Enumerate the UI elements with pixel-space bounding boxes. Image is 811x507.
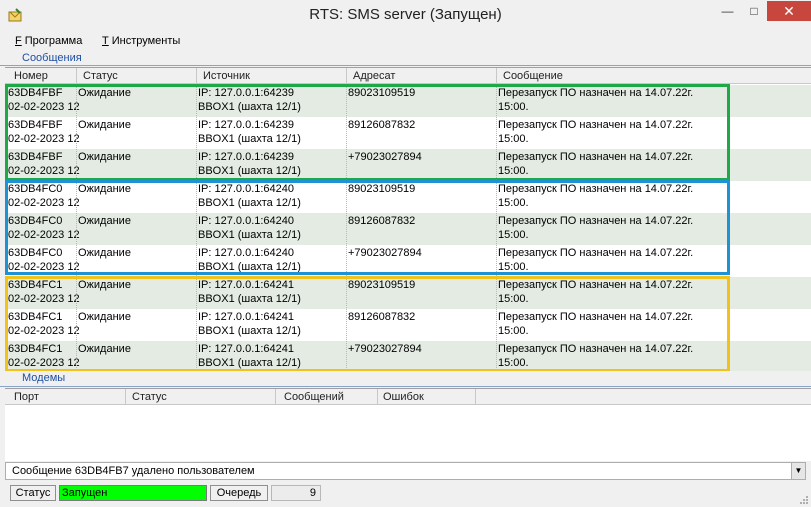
modems-divider: [0, 386, 811, 387]
menu-program-label: Программа: [24, 35, 83, 47]
status-bar: Статус Запущен Очередь 9: [0, 483, 811, 507]
log-text: Сообщение 63DB4FB7 удалено пользователем: [12, 465, 255, 477]
menu-program[interactable]: F Программа: [15, 35, 82, 47]
messages-divider: [0, 65, 811, 66]
window-title: RTS: SMS server (Запущен): [309, 6, 502, 23]
status-value: Запущен: [59, 485, 207, 501]
maximize-button[interactable]: □: [741, 1, 767, 21]
col-errors[interactable]: Ошибок: [383, 391, 424, 403]
col-separator[interactable]: [377, 389, 378, 405]
chevron-down-icon[interactable]: ▼: [791, 463, 805, 479]
modems-section-label: Модемы: [22, 372, 66, 384]
queue-label: Очередь: [210, 485, 268, 501]
messages-section-label: Сообщения: [22, 52, 82, 64]
col-number[interactable]: Номер: [14, 70, 48, 82]
menu-bar: F Программа T Инструменты: [0, 31, 811, 51]
title-bar: RTS: SMS server (Запущен) — □ ✕: [0, 0, 811, 31]
resize-grip-icon[interactable]: [799, 495, 809, 505]
minimize-button[interactable]: —: [714, 1, 741, 21]
menu-tools-label: Инструменты: [111, 35, 181, 47]
col-address[interactable]: Адресат: [353, 70, 395, 82]
messages-table[interactable]: Номер Статус Источник Адресат Сообщение …: [5, 67, 811, 371]
status-label: Статус: [10, 485, 56, 501]
menu-tools[interactable]: T Инструменты: [102, 35, 180, 47]
messages-table-header: Номер Статус Источник Адресат Сообщение: [5, 68, 811, 84]
col-separator[interactable]: [475, 389, 476, 405]
queue-count: 9: [271, 485, 321, 501]
menu-program-mnemonic: F: [15, 35, 22, 47]
col-separator[interactable]: [496, 68, 497, 84]
group-highlight-3: [5, 276, 730, 371]
modems-table[interactable]: Порт Статус Сообщений Ошибок: [5, 388, 811, 461]
col-messages-count[interactable]: Сообщений: [284, 391, 344, 403]
col-source[interactable]: Источник: [203, 70, 250, 82]
group-highlight-2: [5, 180, 730, 275]
col-separator[interactable]: [125, 389, 126, 405]
col-separator[interactable]: [346, 68, 347, 84]
col-modem-status[interactable]: Статус: [132, 391, 167, 403]
col-separator[interactable]: [196, 68, 197, 84]
col-port[interactable]: Порт: [14, 391, 39, 403]
col-message[interactable]: Сообщение: [503, 70, 563, 82]
log-dropdown[interactable]: Сообщение 63DB4FB7 удалено пользователем…: [5, 462, 806, 480]
menu-tools-mnemonic: T: [102, 35, 109, 47]
col-separator[interactable]: [275, 389, 276, 405]
group-highlight-1: [5, 84, 730, 181]
modems-table-header: Порт Статус Сообщений Ошибок: [5, 389, 811, 405]
col-separator[interactable]: [76, 68, 77, 84]
close-button[interactable]: ✕: [767, 1, 811, 21]
col-status[interactable]: Статус: [83, 70, 118, 82]
